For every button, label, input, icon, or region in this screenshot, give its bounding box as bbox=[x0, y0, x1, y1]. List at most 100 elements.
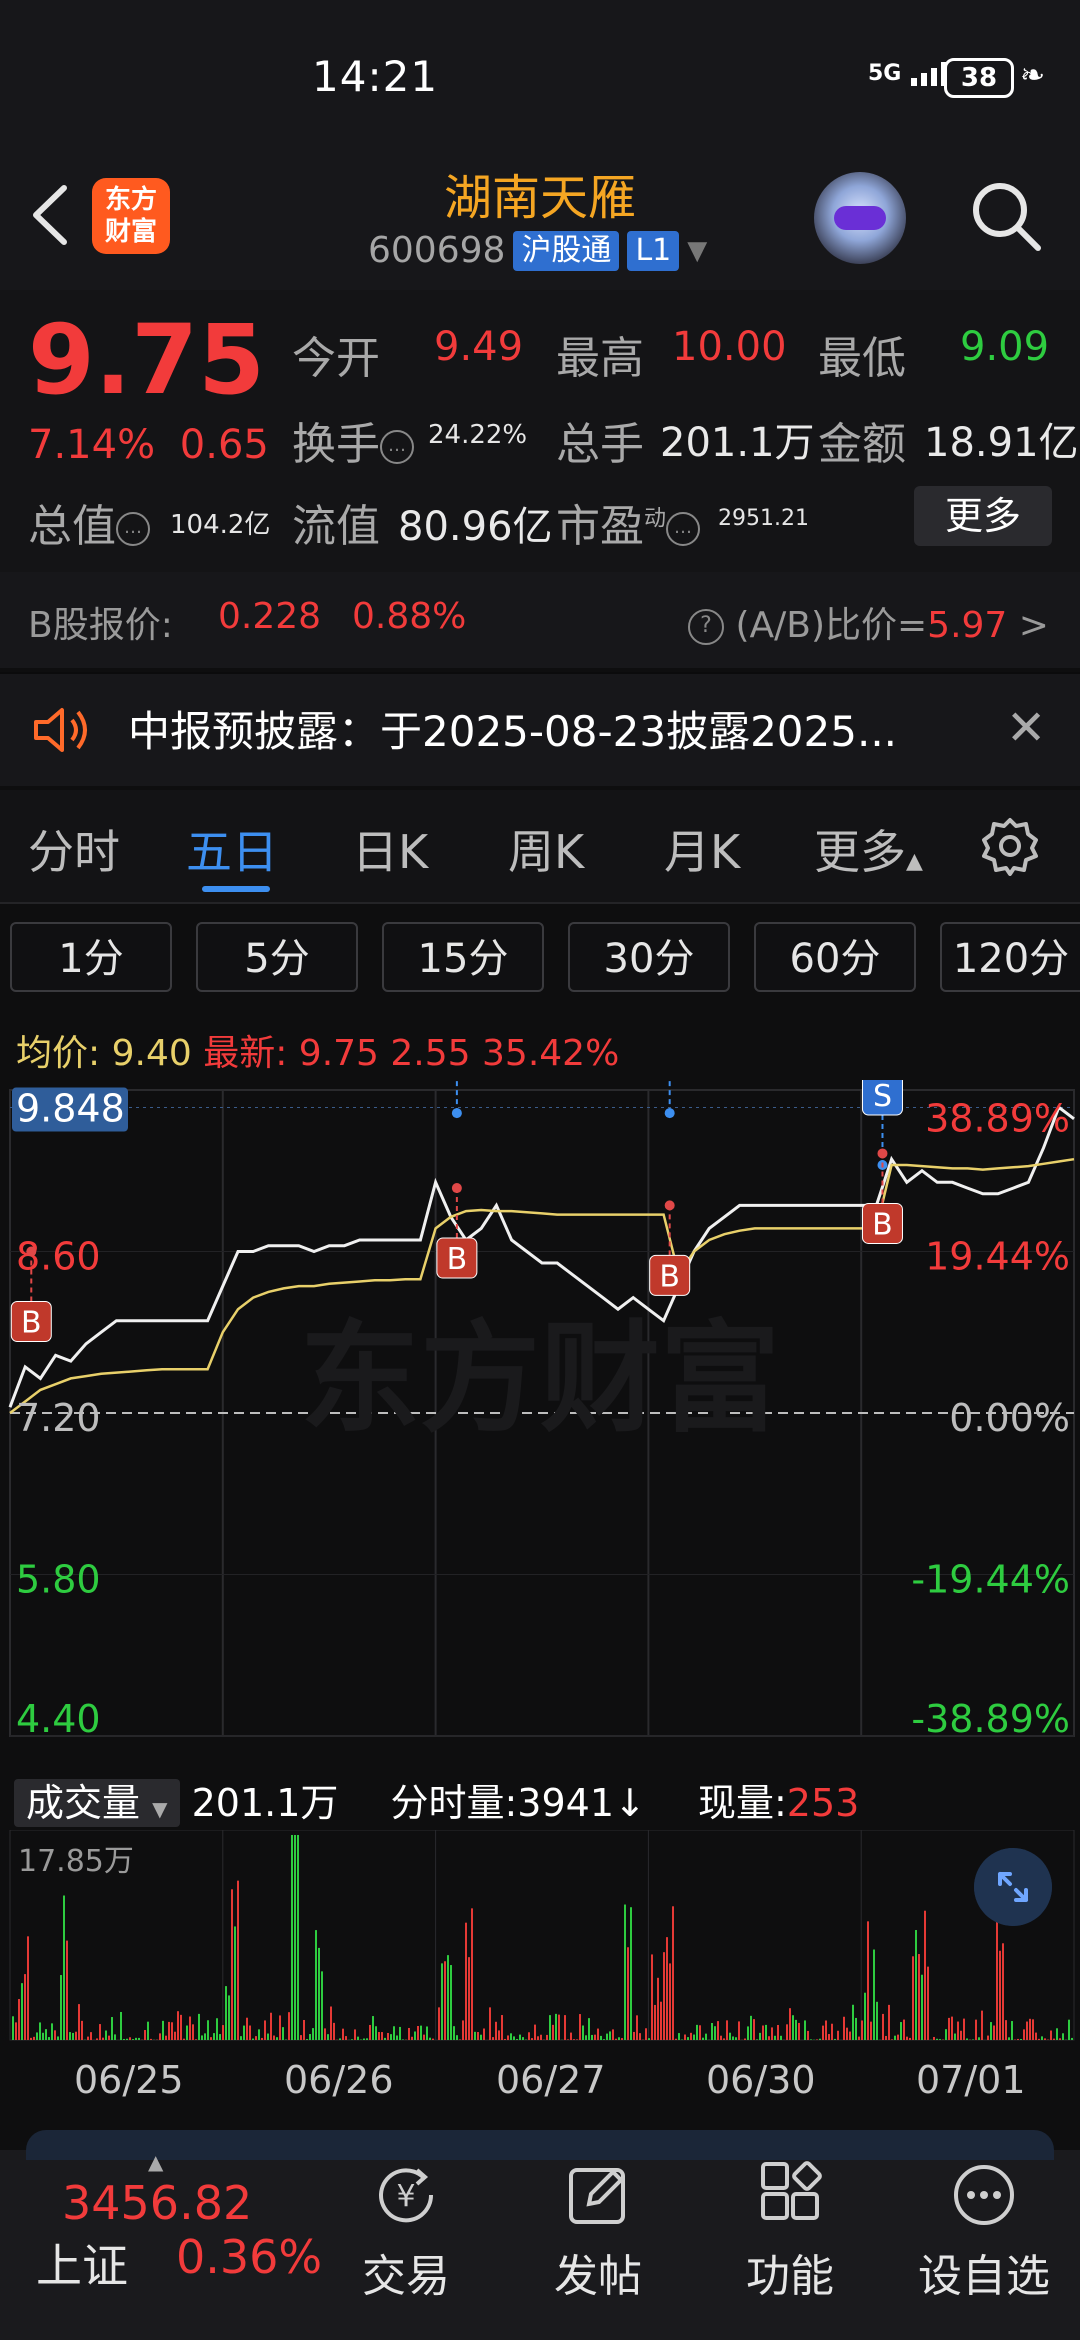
volume-bar bbox=[918, 1954, 920, 2040]
low-value: 9.09 bbox=[960, 324, 1050, 370]
high-value: 10.00 bbox=[672, 324, 787, 370]
volume-bar bbox=[216, 2018, 218, 2040]
info-icon[interactable]: … bbox=[380, 430, 414, 464]
volume-bar bbox=[738, 2021, 740, 2040]
volume-bar bbox=[993, 2025, 995, 2040]
volume-bar bbox=[999, 1950, 1001, 2040]
nav-functions[interactable]: 功能 bbox=[720, 2160, 860, 2304]
volume-bar bbox=[282, 2027, 284, 2040]
price-change: 7.14% 0.65 bbox=[28, 422, 269, 468]
volume-bar bbox=[1056, 2028, 1058, 2040]
stock-code-row[interactable]: 600698 沪股通 L1 ▼ bbox=[368, 230, 707, 271]
five-day-price-chart[interactable]: 东方财富 9.848 8.60 7.20 5.80 4.40 38.89% 19.44% 0.0… bbox=[0, 1080, 1080, 1750]
volume-bar bbox=[975, 2019, 977, 2040]
volume-bar bbox=[414, 2031, 416, 2040]
volume-bar bbox=[450, 1965, 452, 2040]
volume-bar bbox=[204, 2033, 206, 2040]
volume-bar bbox=[1071, 2037, 1073, 2040]
volume-bar bbox=[834, 2038, 836, 2040]
notice-text[interactable]: 中报预披露：于2025-08-23披露2025... bbox=[128, 698, 897, 759]
more-quote-button[interactable]: 更多 bbox=[914, 486, 1052, 546]
minute-volume-label: 分时量: bbox=[390, 1781, 518, 1825]
y-tick-right: -19.44% bbox=[911, 1558, 1070, 1602]
volume-max-label: 17.85万 bbox=[18, 1844, 134, 1879]
index-name[interactable]: 上证 bbox=[36, 2230, 128, 2296]
volume-bar bbox=[489, 2007, 491, 2040]
volume-bar bbox=[273, 2035, 275, 2040]
volume-bar bbox=[387, 2032, 389, 2040]
period-120min[interactable]: 120分 bbox=[940, 922, 1080, 992]
volume-bar bbox=[102, 2037, 104, 2040]
nav-add-watchlist[interactable]: 设自选 bbox=[914, 2160, 1054, 2304]
volume-bar bbox=[237, 1880, 239, 2040]
volume-bar bbox=[831, 2023, 833, 2040]
index-value[interactable]: 3456.82 bbox=[62, 2176, 252, 2230]
expand-icon[interactable] bbox=[974, 1848, 1052, 1926]
volume-bar bbox=[630, 1907, 632, 2040]
volume-bar bbox=[417, 2026, 419, 2040]
period-15min[interactable]: 15分 bbox=[382, 922, 544, 992]
volume-bar bbox=[201, 2035, 203, 2040]
volume-bar bbox=[495, 2021, 497, 2040]
volume-bar bbox=[756, 2039, 758, 2040]
volume-bar bbox=[690, 2032, 692, 2040]
volume-chart[interactable] bbox=[0, 1830, 1080, 2060]
volume-bar bbox=[1062, 2033, 1064, 2040]
ab-ratio[interactable]: ? (A/B)比价=5.97 > bbox=[688, 596, 1049, 648]
volume-bar bbox=[1017, 2038, 1019, 2040]
volume-bar bbox=[924, 1910, 926, 2040]
volume-bar bbox=[699, 2025, 701, 2040]
search-icon[interactable] bbox=[966, 176, 1046, 256]
down-arrow-icon: ↓ bbox=[614, 1781, 646, 1825]
nav-functions-label: 功能 bbox=[746, 2251, 834, 2302]
volume-bar bbox=[633, 2031, 635, 2040]
volume-bar bbox=[48, 2037, 50, 2040]
volume-bar bbox=[288, 2012, 290, 2040]
volume-bar bbox=[33, 2036, 35, 2040]
volume-bar bbox=[1002, 1943, 1004, 2040]
volume-bar bbox=[906, 2036, 908, 2040]
index-pct[interactable]: 0.36% bbox=[176, 2230, 322, 2284]
volume-bar bbox=[369, 2024, 371, 2040]
tab-five-day[interactable]: 五日 bbox=[186, 816, 278, 882]
volume-bar bbox=[576, 2039, 578, 2040]
tab-weekly-k[interactable]: 周K bbox=[508, 816, 584, 882]
settings-gear-icon[interactable] bbox=[980, 816, 1040, 876]
stock-name[interactable]: 湖南天雁 bbox=[0, 158, 1080, 228]
info-icon[interactable]: … bbox=[116, 512, 150, 546]
volume-bar bbox=[18, 1999, 20, 2040]
volume-bar bbox=[228, 1995, 230, 2040]
volume-bar bbox=[645, 2028, 647, 2040]
low-label: 最低 bbox=[818, 333, 906, 384]
volume-indicator-dropdown[interactable]: 成交量 ▼ bbox=[14, 1779, 180, 1827]
battery-icon: 38 bbox=[944, 58, 1014, 98]
volume-bar bbox=[864, 1992, 866, 2040]
volume-bar bbox=[570, 2032, 572, 2040]
period-1min[interactable]: 1分 bbox=[10, 922, 172, 992]
volume-bar bbox=[234, 1926, 236, 2040]
tab-daily-k[interactable]: 日K bbox=[352, 816, 428, 882]
volume-bar bbox=[303, 2019, 305, 2040]
tab-monthly-k[interactable]: 月K bbox=[664, 816, 740, 882]
tab-intraday[interactable]: 分时 bbox=[28, 816, 120, 882]
period-5min[interactable]: 5分 bbox=[196, 922, 358, 992]
volume-bar bbox=[948, 2017, 950, 2040]
volume-bar bbox=[732, 2036, 734, 2040]
close-icon[interactable]: ✕ bbox=[1006, 700, 1046, 756]
period-60min[interactable]: 60分 bbox=[754, 922, 916, 992]
volume-bar bbox=[870, 2021, 872, 2040]
info-icon[interactable]: … bbox=[666, 512, 701, 546]
volume-bar bbox=[180, 2014, 182, 2040]
y-tick-left: 7.20 bbox=[16, 1396, 101, 1440]
volume-bar bbox=[978, 2037, 980, 2040]
volume-bar bbox=[966, 2038, 968, 2040]
tab-more[interactable]: 更多▲ bbox=[814, 816, 923, 882]
volume-bar bbox=[573, 2039, 575, 2040]
volume-bar bbox=[1035, 2032, 1037, 2040]
volume-bar bbox=[498, 2030, 500, 2040]
nav-trade[interactable]: ¥ 交易 bbox=[336, 2160, 476, 2304]
assistant-robot-icon[interactable] bbox=[814, 172, 906, 264]
help-icon: ? bbox=[688, 609, 724, 645]
nav-post[interactable]: 发帖 bbox=[528, 2160, 668, 2304]
period-30min[interactable]: 30分 bbox=[568, 922, 730, 992]
